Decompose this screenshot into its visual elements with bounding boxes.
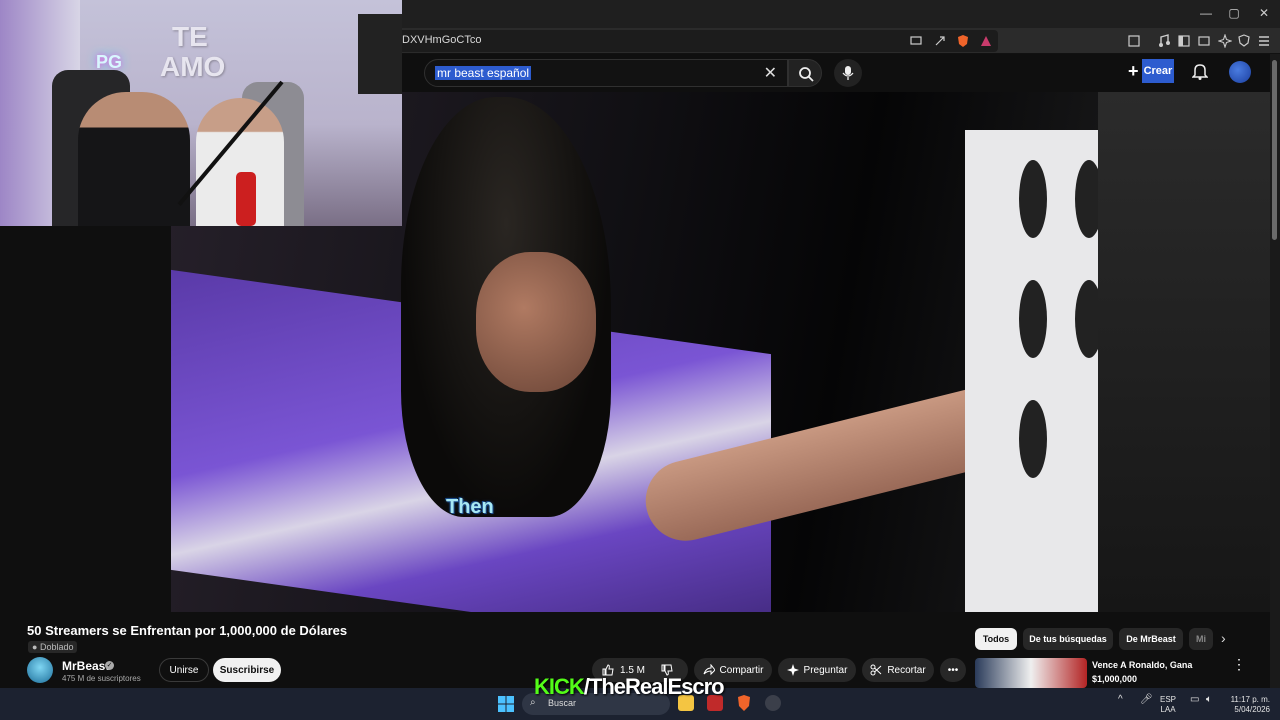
- search-input[interactable]: mr beast español ✕: [424, 59, 788, 87]
- poster-shape: [358, 14, 402, 94]
- kick-logo-text: KICK: [534, 674, 585, 699]
- recommendation-title[interactable]: Vence A Ronaldo, Gana $1,000,000: [1092, 658, 1192, 686]
- connect-four-board: [965, 130, 1098, 612]
- menu-icon[interactable]: [1258, 35, 1270, 47]
- join-button[interactable]: Unirse: [159, 658, 209, 682]
- vpn-shield-icon[interactable]: [1238, 34, 1250, 48]
- dubbed-badge: ● Doblado: [28, 641, 78, 653]
- recommendation-title-line-2: $1,000,000: [1092, 674, 1138, 684]
- clock[interactable]: 11:17 p. m. 5/04/2026: [1226, 695, 1270, 715]
- create-label: Crear: [1141, 59, 1175, 84]
- brave-rewards-icon[interactable]: [980, 35, 992, 47]
- tray-overflow-chevron-icon[interactable]: ^: [1118, 695, 1123, 705]
- chip-more[interactable]: Mi: [1189, 628, 1213, 650]
- chevron-right-icon[interactable]: ›: [1221, 630, 1226, 646]
- balloon-line-1: TE: [172, 21, 208, 52]
- video-title: 50 Streamers se Enfrentan por 1,000,000 …: [27, 623, 348, 638]
- recommendation-menu-icon[interactable]: ⋮: [1232, 656, 1246, 673]
- video-side-shade: [1098, 92, 1270, 612]
- language-code: ESP: [1160, 695, 1177, 704]
- more-actions-button[interactable]: •••: [940, 658, 966, 682]
- obs-icon[interactable]: [765, 695, 781, 711]
- volume-icon[interactable]: 🔈︎: [1206, 695, 1212, 705]
- channel-name[interactable]: MrBeast: [62, 659, 109, 673]
- microphone-shape: [236, 172, 256, 226]
- chip-all[interactable]: Todos: [975, 628, 1017, 650]
- user-avatar[interactable]: [1229, 61, 1251, 83]
- person-shape: [78, 92, 190, 226]
- ask-button[interactable]: Preguntar: [778, 658, 856, 682]
- recommendation-title-line-1: Vence A Ronaldo, Gana: [1092, 660, 1193, 670]
- brave-browser-icon[interactable]: [736, 694, 752, 712]
- video-subtitle: Then: [446, 496, 494, 518]
- close-window-button[interactable]: ✕: [1254, 6, 1274, 20]
- scissors-icon: [870, 664, 882, 676]
- clock-date: 5/04/2026: [1234, 705, 1270, 714]
- more-dots-icon: •••: [947, 664, 959, 676]
- search-button[interactable]: [788, 59, 822, 87]
- share-label: Compartir: [719, 664, 764, 676]
- url-text: DXVHmGoCTco: [402, 34, 482, 46]
- balloon-line-2: AMO: [160, 51, 226, 82]
- leo-ai-icon[interactable]: [1218, 34, 1232, 48]
- share-page-icon[interactable]: [934, 35, 946, 47]
- search-query-text: mr beast español: [435, 66, 532, 80]
- clear-search-icon[interactable]: ✕: [764, 63, 777, 83]
- balloon-letters: TE AMO: [160, 22, 225, 82]
- person-icon: ●: [32, 642, 38, 652]
- subscriber-count: 475 M de suscriptores: [62, 674, 141, 683]
- create-button[interactable]: + Crear: [1128, 59, 1175, 84]
- recommendation-thumbnail[interactable]: [975, 658, 1087, 688]
- language-indicator[interactable]: ESP LAA: [1160, 695, 1176, 715]
- brave-shield-icon[interactable]: [956, 34, 970, 48]
- streamer-webcam: PG TE AMO: [0, 0, 402, 226]
- kick-watermark: KICK/TheRealEscro: [534, 674, 725, 700]
- page-scrollbar[interactable]: [1270, 54, 1280, 688]
- face-shape: [476, 252, 596, 392]
- tray-microphone-icon[interactable]: 🎤︎: [1140, 695, 1153, 705]
- chip-from-searches[interactable]: De tus búsquedas: [1023, 628, 1113, 650]
- cast-icon[interactable]: [910, 35, 922, 47]
- sparkle-icon: [786, 664, 799, 676]
- network-icon[interactable]: ▭: [1190, 695, 1199, 705]
- channel-avatar[interactable]: [27, 657, 53, 683]
- plus-icon: +: [1128, 61, 1139, 81]
- microphone-icon: [842, 66, 854, 80]
- clock-time: 11:17 p. m.: [1230, 695, 1270, 704]
- url-field[interactable]: DXVHmGoCTco: [396, 30, 998, 52]
- kick-handle: /TheRealEscro: [583, 674, 725, 699]
- voice-search-button[interactable]: [834, 59, 862, 87]
- ask-label: Preguntar: [803, 664, 848, 676]
- clip-label: Recortar: [887, 664, 926, 676]
- layout-code: LAA: [1160, 705, 1176, 714]
- search-icon: [799, 67, 814, 82]
- sidebar-icon[interactable]: [1178, 35, 1190, 47]
- notifications-bell-icon[interactable]: [1192, 62, 1208, 80]
- minimize-button[interactable]: —: [1196, 6, 1216, 20]
- chip-from-mrbeast[interactable]: De MrBeast: [1119, 628, 1183, 650]
- scrollbar-thumb[interactable]: [1272, 60, 1277, 240]
- tab-search-icon[interactable]: [1128, 35, 1140, 47]
- maximize-button[interactable]: ▢: [1224, 6, 1244, 20]
- media-icon[interactable]: [1158, 34, 1170, 48]
- subscribe-button[interactable]: Suscribirse: [213, 658, 281, 682]
- windows-start-icon[interactable]: [498, 696, 514, 712]
- clip-button[interactable]: Recortar: [862, 658, 934, 682]
- verified-check-icon: ✓: [105, 661, 114, 670]
- dubbed-label: Doblado: [39, 642, 74, 652]
- wallet-icon[interactable]: [1198, 35, 1210, 47]
